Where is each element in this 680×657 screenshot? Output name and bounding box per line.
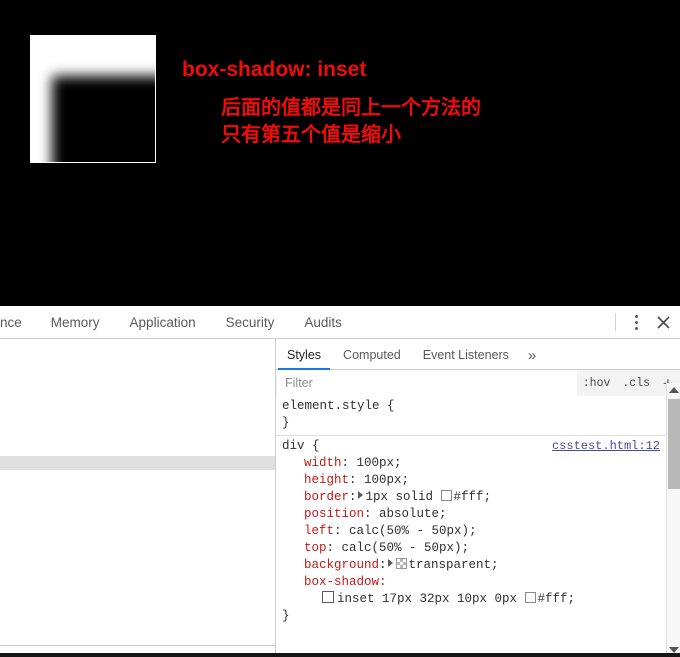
css-property-value[interactable]: absolute: [379, 507, 439, 521]
annotation-chinese-line-1: 后面的值都是同上一个方法的: [221, 95, 481, 119]
close-icon[interactable]: [646, 307, 680, 337]
tab-memory[interactable]: Memory: [36, 306, 115, 338]
css-semicolon: ;: [401, 473, 410, 487]
css-property-name[interactable]: top: [304, 541, 327, 555]
css-rule-close-brace: }: [282, 416, 290, 430]
css-property-value[interactable]: 100px: [364, 473, 402, 487]
expand-triangle-icon[interactable]: [357, 491, 363, 499]
tab-styles[interactable]: Styles: [276, 341, 332, 370]
css-rule-element-style[interactable]: element.style { }: [276, 396, 666, 436]
css-rule-close-brace: }: [282, 609, 290, 623]
css-property-name[interactable]: box-shadow:: [304, 575, 387, 589]
tab-event-listeners[interactable]: Event Listeners: [412, 341, 520, 369]
dom-breadcrumb-divider: [0, 645, 275, 646]
css-declaration-box-shadow-value[interactable]: inset 17px 32px 10px 0px #fff;: [282, 591, 666, 608]
css-semicolon: ;: [491, 558, 499, 572]
color-swatch-icon[interactable]: [440, 490, 452, 501]
devtools-main-tabbar: nce Memory Application Security Audits: [0, 306, 680, 339]
annotation-title: box-shadow: inset: [182, 58, 367, 81]
css-semicolon: ;: [483, 490, 492, 504]
more-vertical-icon[interactable]: [626, 309, 646, 335]
css-property-name[interactable]: border: [304, 490, 349, 504]
expand-triangle-icon[interactable]: [387, 559, 393, 567]
styles-filter-bar: :hov .cls +: [276, 370, 680, 397]
css-rules-list[interactable]: element.style { } div { csstest.html:12 …: [276, 396, 666, 657]
css-colon: :: [349, 473, 365, 487]
css-color-value[interactable]: #fff: [454, 490, 484, 504]
styles-pane-scrollbar[interactable]: [666, 383, 680, 657]
chevron-double-right-icon[interactable]: »: [520, 341, 544, 369]
devtools-tabbar-actions: [609, 306, 680, 338]
tab-audits[interactable]: Audits: [289, 306, 357, 338]
css-color-value[interactable]: #fff;: [538, 592, 576, 606]
css-property-name[interactable]: background: [304, 558, 379, 572]
css-property-value[interactable]: inset 17px 32px 10px 0px: [337, 592, 525, 606]
css-selector: element.style {: [282, 399, 395, 413]
devtools-body: Styles Computed Event Listeners » :hov .…: [0, 339, 680, 657]
css-semicolon: ;: [439, 507, 447, 521]
color-swatch-icon[interactable]: [524, 592, 536, 603]
rendered-page-viewport: box-shadow: inset 后面的值都是同上一个方法的 只有第五个值是缩…: [0, 0, 680, 306]
css-rule-div[interactable]: div { csstest.html:12 width: 100px; heig…: [276, 436, 666, 628]
css-semicolon: ;: [394, 456, 402, 470]
devtools-window: nce Memory Application Security Audits S…: [0, 306, 680, 657]
css-declaration-width[interactable]: width: 100px;: [282, 455, 666, 472]
annotation-chinese-block: 后面的值都是同上一个方法的 只有第五个值是缩小: [221, 94, 481, 148]
css-property-value[interactable]: calc(50% - 50px): [342, 541, 462, 555]
css-declaration-border[interactable]: border: 1px solid #fff;: [282, 489, 666, 506]
scrollbar-thumb[interactable]: [668, 399, 680, 489]
scroll-up-arrow-icon[interactable]: [667, 383, 680, 397]
box-shadow-swatch-icon[interactable]: [322, 591, 334, 603]
tab-performance[interactable]: nce: [0, 306, 36, 338]
css-declaration-height[interactable]: height: 100px;: [282, 472, 666, 489]
css-property-name[interactable]: position: [304, 507, 364, 521]
css-colon: :: [326, 541, 342, 555]
styles-pane: Styles Computed Event Listeners » :hov .…: [276, 339, 680, 657]
css-property-value[interactable]: 100px: [357, 456, 395, 470]
tab-application[interactable]: Application: [115, 306, 211, 338]
css-declaration-box-shadow-label[interactable]: box-shadow:: [282, 574, 666, 591]
css-colon: :: [341, 456, 357, 470]
transparent-swatch-icon[interactable]: [395, 558, 407, 569]
styles-sidebar-tabbar: Styles Computed Event Listeners »: [276, 339, 680, 370]
stylesheet-source-link[interactable]: csstest.html:12: [552, 438, 660, 455]
css-declaration-left[interactable]: left: calc(50% - 50px);: [282, 523, 666, 540]
css-declaration-background[interactable]: background: transparent;: [282, 557, 666, 574]
css-declaration-top[interactable]: top: calc(50% - 50px);: [282, 540, 666, 557]
css-property-value[interactable]: 1px solid: [366, 490, 441, 504]
css-property-name[interactable]: width: [304, 456, 342, 470]
css-property-value[interactable]: calc(50% - 50px): [349, 524, 469, 538]
css-semicolon: ;: [469, 524, 477, 538]
annotation-chinese-line-2: 只有第五个值是缩小: [221, 122, 401, 146]
dom-tree-selected-row[interactable]: [0, 456, 275, 470]
hov-toggle-button[interactable]: :hov: [577, 377, 617, 390]
devtools-tab-list: nce Memory Application Security Audits: [0, 306, 357, 338]
filter-input[interactable]: [277, 370, 577, 396]
toolbar-divider: [615, 313, 616, 331]
css-colon: :: [364, 507, 380, 521]
tab-computed[interactable]: Computed: [332, 341, 412, 369]
css-colon: :: [379, 558, 387, 572]
window-bottom-scrollbar[interactable]: [0, 653, 680, 657]
css-colon: :: [334, 524, 350, 538]
css-property-name[interactable]: height: [304, 473, 349, 487]
dom-tree-pane[interactable]: [0, 339, 276, 657]
css-colon: :: [349, 490, 357, 504]
box-shadow-preview-square: [30, 35, 156, 163]
tab-security[interactable]: Security: [211, 306, 290, 338]
css-property-name[interactable]: left: [304, 524, 334, 538]
css-property-value[interactable]: transparent: [409, 558, 492, 572]
cls-toggle-button[interactable]: .cls: [616, 377, 656, 390]
css-declaration-position[interactable]: position: absolute;: [282, 506, 666, 523]
css-semicolon: ;: [461, 541, 470, 555]
